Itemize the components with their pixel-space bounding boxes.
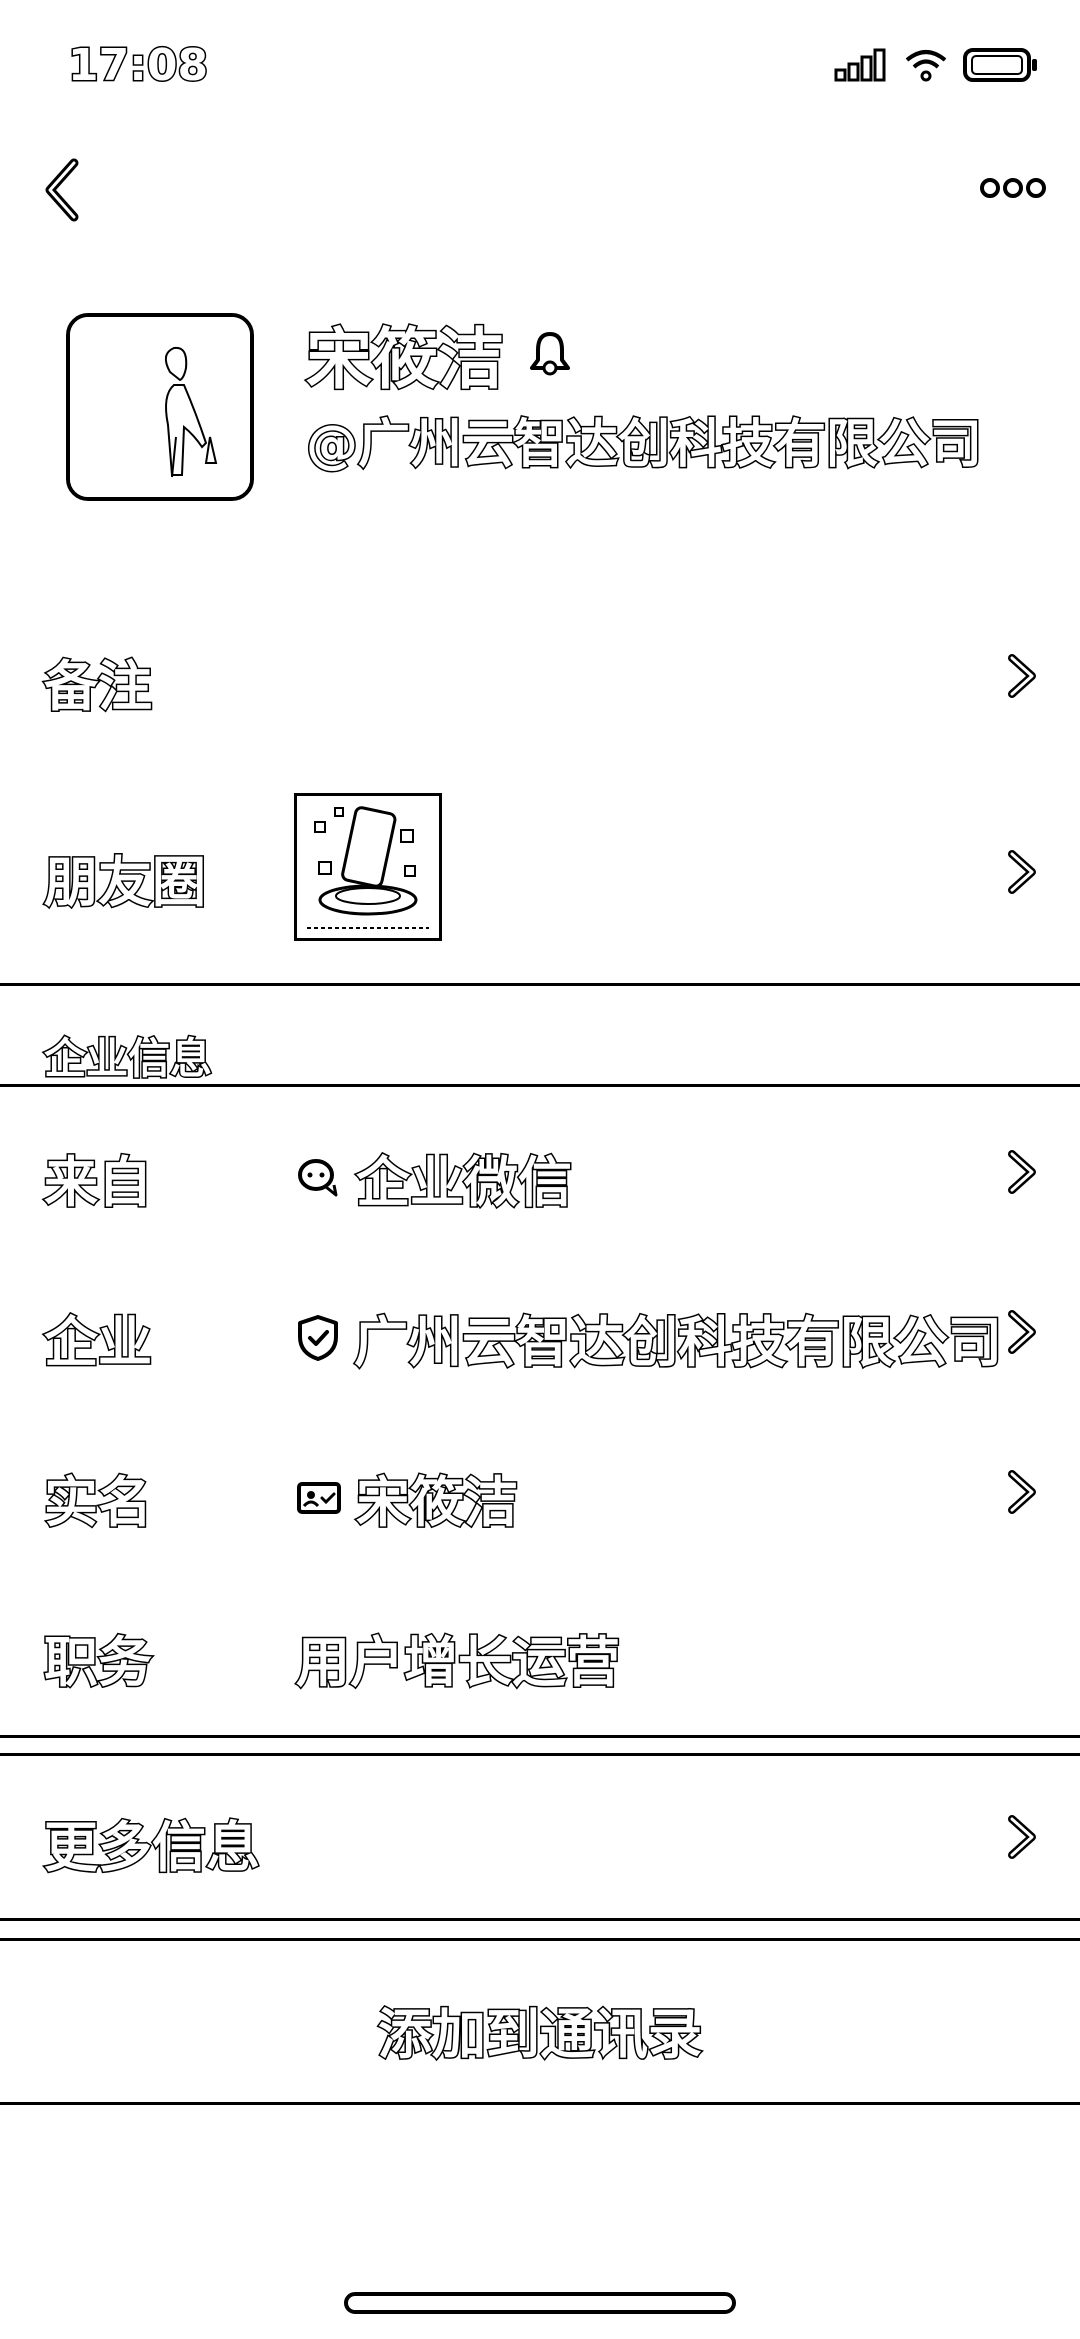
divider [0,1918,1080,1921]
divider [0,1938,1080,1941]
status-icons [834,46,1040,84]
chevron-right-icon [1008,1150,1036,1194]
row-company-text: 广州云智达创科技有限公司 [353,1310,1004,1376]
row-real-name-label: 实名 [43,1470,154,1536]
row-moments-label: 朋友圈 [43,850,208,916]
row-moments[interactable]: 朋友圈 [0,780,1080,960]
row-real-name-value: 宋筱洁 [296,1458,520,1537]
divider [0,1753,1080,1756]
row-real-name-text: 宋筱洁 [355,1470,520,1536]
divider [0,2102,1080,2105]
avatar-photo [70,317,250,497]
avatar[interactable] [66,313,254,501]
chevron-right-icon [1008,1310,1036,1354]
add-to-contacts-button[interactable]: 添加到通讯录 [0,1990,1080,2069]
row-position-value: 用户增长运营 [295,1630,622,1696]
row-from-text: 企业微信 [355,1150,574,1216]
row-company-label: 企业 [43,1310,154,1376]
row-more-info[interactable]: 更多信息 [0,1775,1080,1895]
chevron-right-icon [1008,654,1036,698]
bell-icon[interactable] [524,328,576,380]
home-indicator[interactable] [344,2292,736,2314]
shield-check-icon [298,1314,338,1361]
id-card-icon [297,1481,341,1514]
moments-thumbnail[interactable] [294,793,442,941]
chevron-right-icon [1008,1470,1036,1514]
row-company[interactable]: 企业 广州云智达创科技有限公司 [0,1270,1080,1390]
profile-name: 宋筱洁 [305,320,506,400]
row-from-value: 企业微信 [296,1138,574,1217]
row-company-value: 广州云智达创科技有限公司 [296,1298,1004,1377]
moments-thumbnail-image [307,806,429,929]
chevron-right-icon [1008,850,1036,894]
divider [0,1084,1080,1087]
row-remark-label: 备注 [43,654,154,720]
row-more-info-label: 更多信息 [43,1815,262,1881]
battery-icon [963,48,1037,82]
wifi-icon [905,50,947,82]
divider [0,983,1080,986]
profile-company-handle: @广州云智达创科技有限公司 [304,414,983,477]
more-dots-icon[interactable] [980,175,1046,201]
row-position: 职务 用户增长运营 [0,1590,1080,1710]
profile-name-row: 宋筱洁 [305,306,576,402]
divider [0,1735,1080,1738]
signal-icon [834,48,886,82]
section-title-enterprise: 企业信息 [42,1033,213,1085]
row-position-label: 职务 [43,1630,154,1696]
status-time: 17:08 [66,39,209,93]
row-from[interactable]: 来自 企业微信 [0,1110,1080,1230]
chevron-right-icon [1008,1815,1036,1859]
row-from-label: 来自 [43,1150,154,1216]
row-remark[interactable]: 备注 [0,620,1080,730]
wecom-icon [298,1158,338,1196]
row-real-name[interactable]: 实名 宋筱洁 [0,1430,1080,1550]
back-chevron-icon[interactable] [38,155,88,225]
